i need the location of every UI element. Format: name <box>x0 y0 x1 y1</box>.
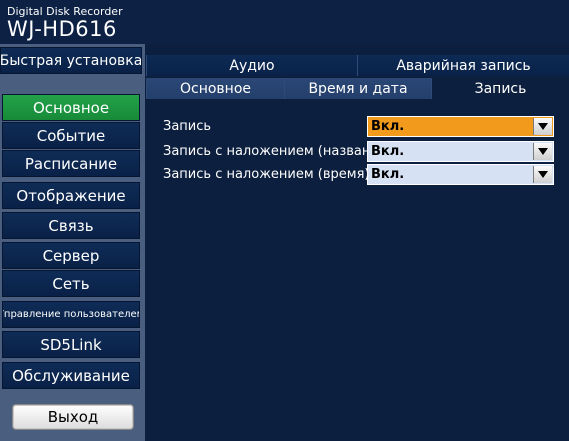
overlay-time-select[interactable]: Вкл. <box>367 164 554 185</box>
record-setting-label: Запись <box>163 119 212 134</box>
overlay-time-setting-label: Запись с наложением (время) <box>163 167 370 182</box>
menu-item-server[interactable]: Сервер <box>2 242 140 269</box>
settings-menu-sidebar: Быстрая установка Основное Событие Распи… <box>0 44 145 441</box>
overlay-title-select-value: Вкл. <box>371 144 405 159</box>
tab-alarm-recording[interactable]: Аварийная запись <box>357 55 569 76</box>
tab-recording[interactable]: Запись <box>431 78 569 99</box>
menu-item-communication[interactable]: Связь <box>2 212 140 239</box>
menu-item-network[interactable]: Сеть <box>2 270 140 297</box>
quick-setup-button[interactable]: Быстрая установка <box>0 47 142 74</box>
menu-item-maintenance[interactable]: Обслуживание <box>2 362 140 389</box>
device-model-label: WJ-HD616 <box>7 17 117 41</box>
chevron-down-icon[interactable] <box>533 143 552 160</box>
tab-time-date[interactable]: Время и дата <box>284 78 431 99</box>
menu-item-event[interactable]: Событие <box>2 122 140 149</box>
chevron-down-icon[interactable] <box>533 166 552 183</box>
menu-item-schedule[interactable]: Расписание <box>2 150 140 177</box>
overlay-title-setting-label: Запись с наложением (название) <box>163 144 392 159</box>
record-select[interactable]: Вкл. <box>367 116 554 137</box>
menu-item-display[interactable]: Отображение <box>2 182 140 209</box>
exit-button[interactable]: Выход <box>12 404 134 430</box>
overlay-time-select-value: Вкл. <box>371 167 405 182</box>
recorder-setup-screen: Digital Disk Recorder WJ-HD616 Быстрая у… <box>0 0 569 441</box>
record-select-value: Вкл. <box>371 119 405 134</box>
chevron-down-icon[interactable] <box>533 118 552 135</box>
tab-basic[interactable]: Основное <box>146 78 284 99</box>
menu-item-sd5link[interactable]: SD5Link <box>2 331 140 358</box>
menu-item-basic[interactable]: Основное <box>2 94 140 121</box>
overlay-title-select[interactable]: Вкл. <box>367 141 554 162</box>
menu-item-user-management[interactable]: Управление пользователем <box>2 301 140 328</box>
title-bar: Digital Disk Recorder WJ-HD616 <box>0 0 569 44</box>
tab-audio[interactable]: Аудио <box>146 55 357 76</box>
